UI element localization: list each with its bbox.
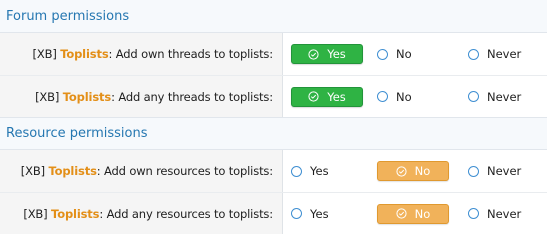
radio-circle-icon[interactable] (291, 208, 302, 219)
option-never[interactable]: Never (468, 203, 521, 225)
permission-options: Yes No Never (283, 76, 547, 117)
addon-name: Toplists (62, 89, 112, 104)
addon-tag: [XB] (32, 47, 57, 61)
option-no[interactable]: No (377, 203, 449, 225)
addon-tag: [XB] (23, 206, 48, 221)
option-yes[interactable]: Yes (291, 86, 363, 108)
option-yes[interactable]: Yes (291, 43, 363, 65)
no-selected-pill[interactable]: No (377, 161, 449, 181)
option-label: Never (487, 89, 522, 104)
option-label: No (414, 164, 431, 178)
check-circle-icon (308, 91, 319, 102)
permission-options: Yes No Never (283, 33, 547, 75)
radio-circle-icon[interactable] (291, 165, 302, 177)
option-label: Yes (310, 164, 329, 178)
permission-text: : Add any resources to toplists: (99, 206, 273, 221)
addon-name: Toplists (51, 206, 100, 221)
option-yes[interactable]: Yes (291, 203, 329, 225)
option-no[interactable]: No (377, 160, 449, 182)
option-label: Never (487, 47, 522, 61)
section-header: Forum permissions (0, 0, 547, 33)
permission-label: [XB] Toplists: Add any resources to topl… (0, 193, 283, 234)
addon-tag: [XB] (35, 89, 60, 104)
permission-text: : Add own threads to toplists: (108, 47, 274, 61)
permission-label: [XB] Toplists: Add own threads to toplis… (0, 33, 283, 75)
option-no[interactable]: No (377, 86, 412, 108)
permission-label: [XB] Toplists: Add any threads to toplis… (0, 76, 283, 117)
permission-row: [XB] Toplists: Add any threads to toplis… (0, 75, 547, 117)
option-no[interactable]: No (377, 43, 412, 65)
option-never[interactable]: Never (468, 43, 521, 65)
radio-circle-icon[interactable] (468, 208, 479, 219)
section-forum-permissions: Forum permissions [XB] Toplists: Add own… (0, 0, 547, 117)
option-never[interactable]: Never (468, 160, 521, 182)
option-label: Never (487, 206, 522, 221)
option-yes[interactable]: Yes (291, 160, 329, 182)
option-never[interactable]: Never (468, 86, 521, 108)
radio-circle-icon[interactable] (377, 91, 388, 102)
permission-text: : Add any threads to toplists: (111, 89, 273, 104)
option-label: Never (487, 164, 522, 178)
section-header: Resource permissions (0, 117, 547, 150)
option-label: Yes (327, 47, 346, 61)
radio-circle-icon[interactable] (468, 165, 479, 177)
yes-selected-pill[interactable]: Yes (291, 44, 363, 64)
option-label: No (396, 47, 412, 61)
check-circle-icon (396, 165, 407, 177)
no-selected-pill[interactable]: No (377, 203, 449, 224)
permission-row: [XB] Toplists: Add any resources to topl… (0, 192, 547, 234)
check-circle-icon (308, 48, 319, 60)
yes-selected-pill[interactable]: Yes (291, 86, 363, 107)
section-resource-permissions: Resource permissions [XB] Toplists: Add … (0, 117, 547, 234)
permission-options: Yes No Never (283, 150, 547, 192)
option-label: Yes (327, 89, 346, 104)
permission-label: [XB] Toplists: Add own resources to topl… (0, 150, 283, 192)
option-label: No (414, 206, 431, 221)
permission-text: : Add own resources to toplists: (96, 164, 273, 178)
permission-options: Yes No Never (283, 193, 547, 234)
addon-name: Toplists (60, 47, 109, 61)
option-label: Yes (310, 206, 329, 221)
radio-circle-icon[interactable] (468, 48, 479, 60)
radio-circle-icon[interactable] (377, 48, 388, 60)
check-circle-icon (396, 208, 407, 219)
addon-tag: [XB] (20, 164, 45, 178)
permission-row: [XB] Toplists: Add own resources to topl… (0, 150, 547, 192)
option-label: No (396, 89, 412, 104)
addon-name: Toplists (48, 164, 97, 178)
radio-circle-icon[interactable] (468, 91, 479, 102)
permission-row: [XB] Toplists: Add own threads to toplis… (0, 33, 547, 75)
